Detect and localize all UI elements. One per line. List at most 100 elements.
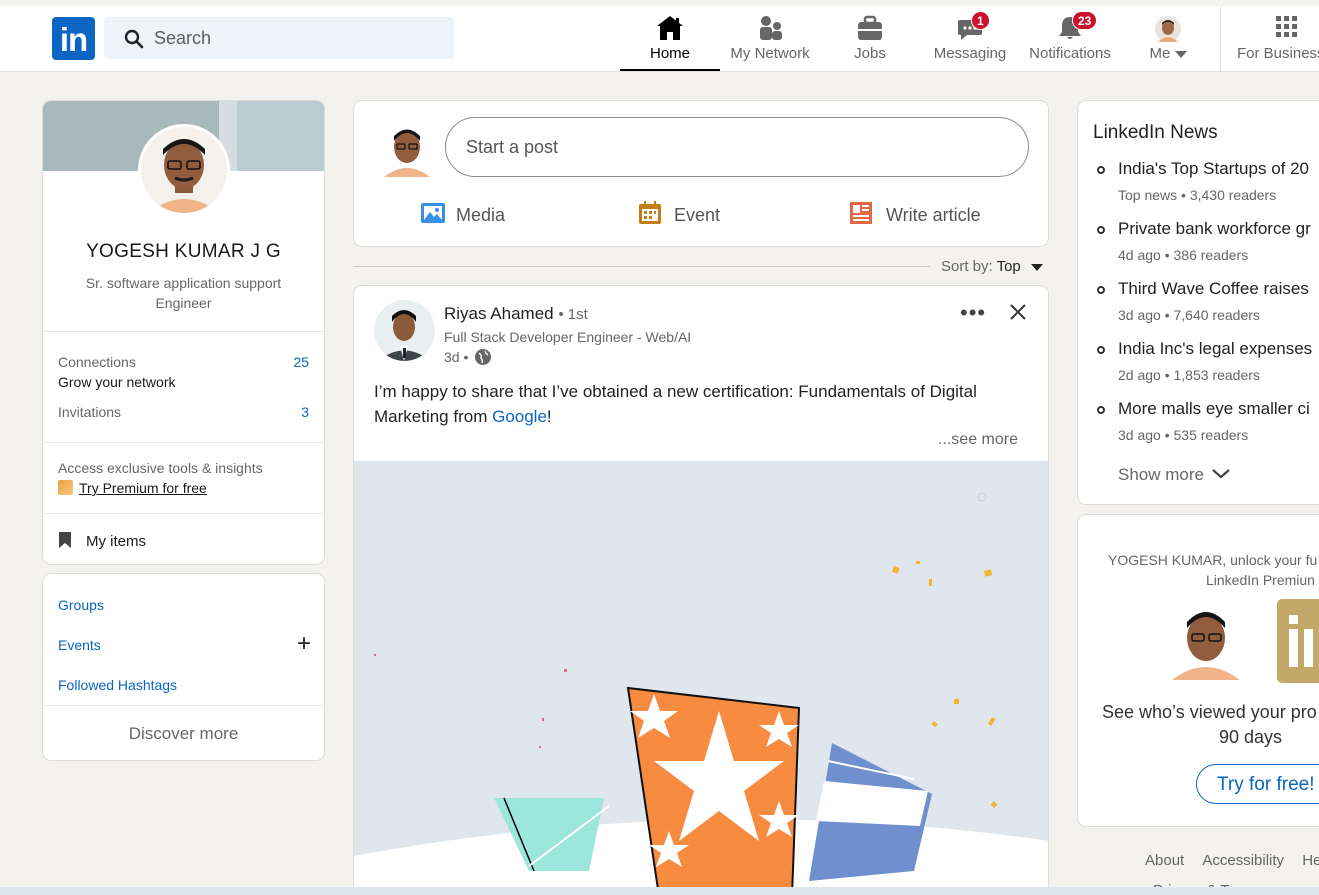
show-more-button[interactable]: Show more: [1118, 465, 1230, 485]
news-item[interactable]: Private bank workforce gr 4d ago • 386 r…: [1093, 219, 1319, 279]
feed-separator: [353, 266, 930, 267]
profile-card: YOGESH KUMAR J G Sr. software applicatio…: [42, 100, 325, 565]
add-event-icon[interactable]: +: [297, 632, 311, 656]
search-icon: [124, 29, 144, 49]
news-headline: More malls eye smaller ci: [1118, 399, 1310, 418]
profile-headline: Sr. software application support Enginee…: [85, 275, 282, 311]
event-button[interactable]: Event: [638, 201, 720, 227]
post-more-icon[interactable]: •••: [960, 300, 986, 326]
hashtags-link[interactable]: Followed Hashtags: [58, 677, 309, 693]
write-article-label: Write article: [886, 205, 981, 225]
post-text: I’m happy to share that I’ve obtained a …: [374, 379, 1034, 429]
globe-icon: [475, 349, 492, 365]
profile-name[interactable]: YOGESH KUMAR J G: [43, 241, 324, 263]
footer-links: About Accessibility He: [1145, 852, 1319, 869]
linkedin-logo[interactable]: in: [52, 17, 95, 60]
composer-avatar[interactable]: [382, 121, 432, 177]
search-input[interactable]: [154, 17, 444, 59]
start-post-placeholder: Start a post: [466, 137, 559, 157]
news-meta: Top news • 3,430 readers: [1118, 187, 1277, 203]
nav-for-business-label: For Business: [1237, 45, 1319, 62]
sort-label: Sort by:: [941, 258, 993, 275]
premium-ad-body2: 90 days: [1219, 727, 1283, 747]
top-nav: in Home My Network Jobs 1 Messaging 23 N…: [0, 6, 1319, 72]
media-button[interactable]: Media: [420, 201, 505, 227]
footer-about[interactable]: About: [1145, 852, 1184, 869]
try-free-label: Try for free!: [1217, 774, 1315, 795]
see-more-link[interactable]: ...see more: [938, 431, 1018, 449]
profile-avatar[interactable]: [138, 124, 230, 216]
sort-value: Top: [996, 258, 1021, 275]
news-item[interactable]: More malls eye smaller ci 3d ago • 535 r…: [1093, 399, 1319, 459]
media-label: Media: [456, 205, 506, 225]
news-item[interactable]: Third Wave Coffee raises 3d ago • 7,640 …: [1093, 279, 1319, 339]
nav-home-label: Home: [649, 45, 690, 62]
try-free-button[interactable]: Try for free!: [1196, 764, 1319, 804]
nav-my-network[interactable]: My Network: [720, 6, 820, 71]
grow-network-label: Grow your network: [58, 374, 176, 390]
sort-control[interactable]: Sort by: Top: [941, 258, 1043, 275]
photo-icon: [421, 203, 445, 223]
premium-link[interactable]: Try Premium for free: [79, 480, 207, 496]
premium-ad-card: YOGESH KUMAR, unlock your fu LinkedIn Pr…: [1077, 514, 1319, 827]
post-text-body: I’m happy to share that I’ve obtained a …: [374, 382, 977, 426]
premium-ad-line1: YOGESH KUMAR, unlock your fu: [1108, 552, 1318, 568]
close-icon[interactable]: [1010, 304, 1026, 320]
invitations-row[interactable]: Invitations 3: [58, 404, 309, 420]
groups-link[interactable]: Groups: [58, 597, 309, 613]
premium-ad-avatar: [1166, 600, 1246, 680]
premium-icon: [58, 480, 73, 495]
news-card: LinkedIn News India's Top Startups of 20…: [1077, 100, 1319, 505]
news-item[interactable]: India Inc's legal expenses 2d ago • 1,85…: [1093, 339, 1319, 399]
premium-row[interactable]: Try Premium for free: [58, 480, 309, 496]
discover-more-button[interactable]: Discover more: [43, 724, 324, 744]
composer-card: Start a post Media Event Write article: [353, 100, 1049, 247]
nav-me[interactable]: Me: [1130, 6, 1206, 71]
briefcase-icon: [858, 15, 882, 40]
calendar-icon: [639, 201, 661, 224]
news-item[interactable]: India's Top Startups of 20 Top news • 3,…: [1093, 159, 1319, 219]
nav-notifications-label: Notifications: [1029, 45, 1111, 62]
people-icon: [760, 16, 782, 40]
news-meta: 3d ago • 535 readers: [1118, 427, 1249, 443]
news-title: LinkedIn News: [1093, 122, 1218, 143]
events-link[interactable]: Events: [58, 637, 309, 653]
news-list: India's Top Startups of 20 Top news • 3,…: [1093, 159, 1319, 459]
nav-me-label: Me: [1149, 45, 1171, 62]
nav-my-network-label: My Network: [730, 45, 810, 62]
post-author-line: Riyas Ahamed • 1st: [444, 304, 588, 324]
premium-text: Access exclusive tools & insights: [58, 460, 263, 476]
footer-accessibility[interactable]: Accessibility: [1202, 852, 1284, 869]
news-meta: 4d ago • 386 readers: [1118, 247, 1249, 263]
news-headline: India Inc's legal expenses: [1118, 339, 1313, 358]
messaging-badge: 1: [971, 11, 990, 30]
search-box[interactable]: [104, 17, 454, 59]
connections-count: 25: [293, 354, 309, 370]
grid-icon: [1276, 16, 1297, 37]
post-author-avatar[interactable]: [374, 300, 435, 361]
nav-notifications[interactable]: 23 Notifications: [1020, 6, 1120, 71]
post-image[interactable]: [354, 461, 1048, 894]
chevron-down-icon: [1211, 469, 1230, 479]
nav-jobs[interactable]: Jobs: [820, 6, 920, 71]
bookmark-icon: [59, 532, 71, 548]
me-avatar: [1155, 16, 1181, 42]
premium-ad-line2: LinkedIn Premiun: [1206, 572, 1315, 588]
post-mention-link[interactable]: Google: [492, 407, 547, 426]
news-meta: 2d ago • 1,853 readers: [1118, 367, 1260, 383]
write-article-button[interactable]: Write article: [849, 201, 981, 227]
nav-home[interactable]: Home: [620, 6, 720, 71]
invitations-count: 3: [301, 404, 309, 420]
nav-for-business[interactable]: For Business: [1230, 6, 1319, 71]
post-author-name[interactable]: Riyas Ahamed: [444, 304, 554, 323]
footer-help[interactable]: He: [1302, 852, 1319, 869]
nav-messaging[interactable]: 1 Messaging: [920, 6, 1020, 71]
nav-me-label-wrap: Me: [1130, 45, 1206, 62]
post-author-headline: Full Stack Developer Engineer - Web/AI: [444, 329, 692, 345]
connections-row[interactable]: Connections 25: [58, 354, 309, 370]
nav-divider: [1220, 6, 1221, 71]
my-items-row[interactable]: My items: [58, 531, 309, 550]
notifications-badge: 23: [1072, 11, 1098, 30]
start-post-input[interactable]: Start a post: [445, 117, 1029, 177]
bottom-bar: [0, 887, 1319, 895]
